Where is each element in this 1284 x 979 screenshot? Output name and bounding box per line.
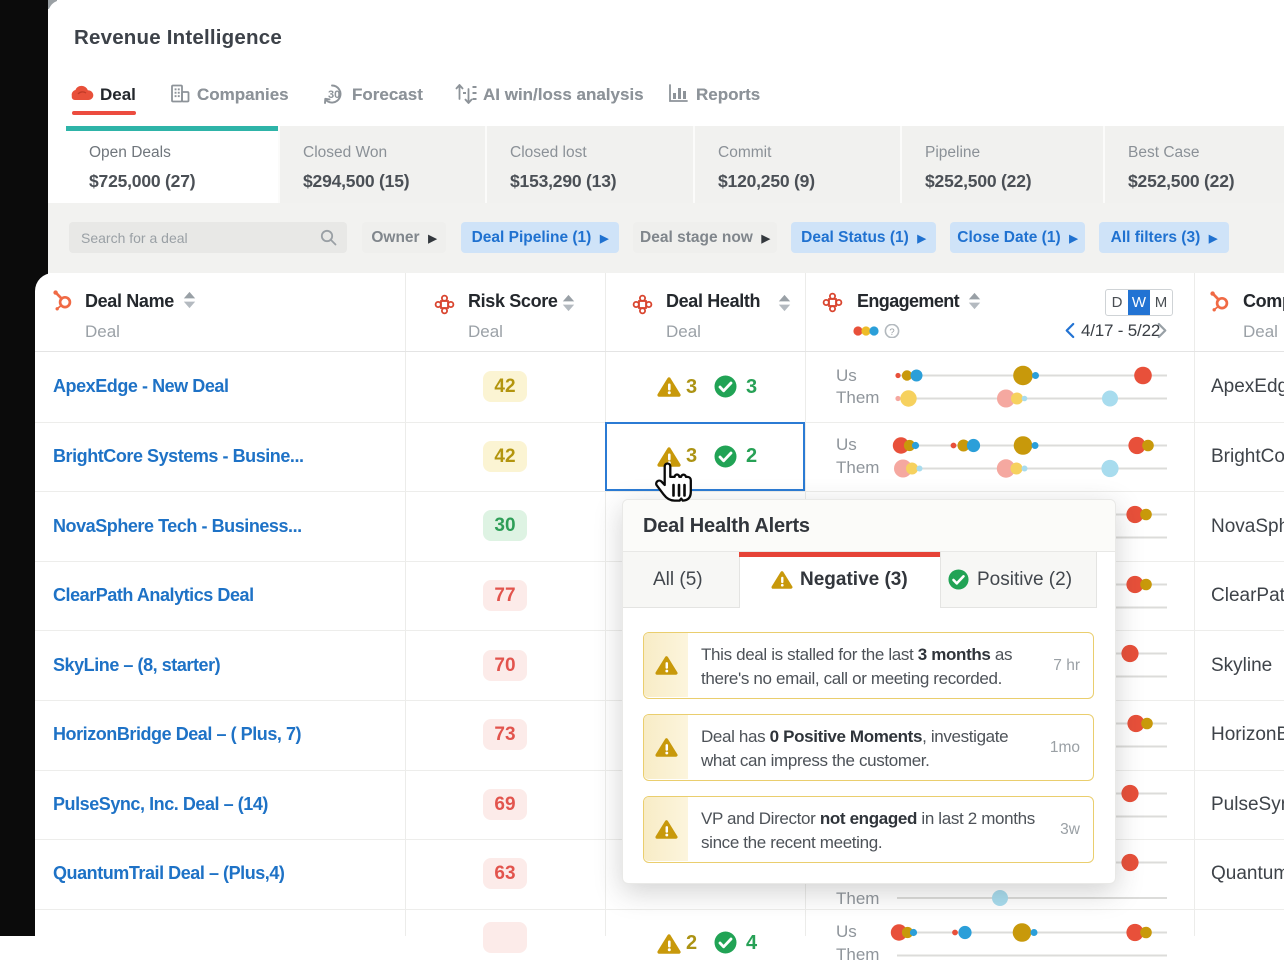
svg-text:?: ? [889, 327, 894, 338]
svg-text:30: 30 [328, 89, 340, 101]
